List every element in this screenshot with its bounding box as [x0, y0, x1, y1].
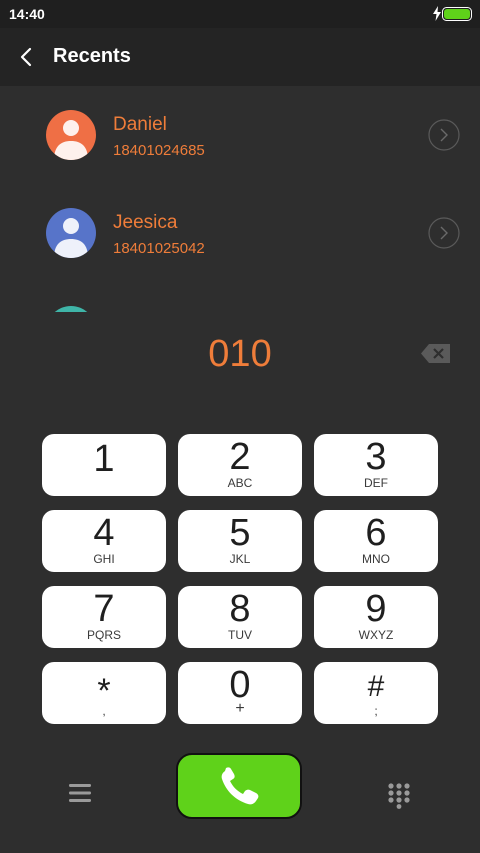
chevron-right-circle-icon[interactable]	[428, 119, 460, 151]
key-3[interactable]: 3 DEF	[314, 434, 438, 496]
key-9[interactable]: 9 WXYZ	[314, 586, 438, 648]
key-letters: +	[235, 700, 245, 717]
key-letters: JKL	[229, 552, 251, 566]
status-time: 14:40	[9, 6, 45, 22]
chevron-right-circle-icon[interactable]	[428, 217, 460, 249]
key-digit: 7	[93, 588, 115, 630]
key-letters: TUV	[228, 628, 252, 642]
key-letters: DEF	[364, 476, 388, 490]
key-digit: 4	[93, 512, 115, 554]
contact-name: Daniel	[113, 114, 167, 135]
key-6[interactable]: 6 MNO	[314, 510, 438, 572]
dialed-number: 010	[208, 333, 272, 375]
recent-item-jeesica[interactable]: Jeesica 18401025042	[0, 184, 480, 282]
key-letters: ABC	[227, 476, 253, 490]
key-digit: 5	[229, 512, 251, 554]
call-button[interactable]	[176, 753, 302, 819]
key-4[interactable]: 4 GHI	[42, 510, 166, 572]
key-digit: 8	[229, 588, 251, 630]
key-8[interactable]: 8 TUV	[178, 586, 302, 648]
charging-icon	[433, 6, 441, 21]
avatar	[46, 110, 96, 160]
contact-number: 18401024685	[113, 142, 205, 159]
contact-name: Jeesica	[113, 212, 178, 233]
dialer-screen: 14:40 Recents Daniel 18401024685 Jeesica…	[0, 0, 480, 853]
key-letters: MNO	[362, 552, 390, 566]
avatar	[46, 208, 96, 258]
key-digit: 2	[229, 436, 251, 478]
key-digit: 9	[365, 588, 387, 630]
key-letters: GHI	[93, 552, 115, 566]
key-star[interactable]: * ,	[42, 662, 166, 724]
person-icon	[54, 120, 88, 160]
key-7[interactable]: 7 PQRS	[42, 586, 166, 648]
contact-number: 18401025042	[113, 240, 205, 257]
key-letters: WXYZ	[358, 628, 394, 642]
key-2[interactable]: 2 ABC	[178, 434, 302, 496]
person-icon	[54, 218, 88, 258]
key-letters: ;	[374, 704, 378, 718]
key-5[interactable]: 5 JKL	[178, 510, 302, 572]
backspace-icon[interactable]	[420, 343, 451, 364]
key-digit: 1	[93, 438, 115, 480]
status-bar: 14:40	[0, 0, 480, 28]
page-title: Recents	[53, 45, 131, 67]
phone-icon	[221, 767, 259, 805]
key-hash[interactable]: # ;	[314, 662, 438, 724]
header: Recents	[0, 28, 480, 86]
recent-item-daniel[interactable]: Daniel 18401024685	[0, 86, 480, 184]
battery-icon	[442, 7, 472, 21]
key-digit: 3	[365, 436, 387, 478]
dialpad-icon[interactable]	[388, 783, 410, 809]
key-digit: 6	[365, 512, 387, 554]
key-letters: ,	[102, 704, 106, 718]
key-letters: PQRS	[86, 628, 121, 642]
key-1[interactable]: 1	[42, 434, 166, 496]
chevron-left-icon[interactable]	[18, 46, 34, 68]
key-0[interactable]: 0 +	[178, 662, 302, 724]
avatar-partial	[46, 306, 96, 312]
recents-list: Daniel 18401024685 Jeesica 18401025042	[0, 86, 480, 312]
menu-icon[interactable]	[68, 782, 92, 804]
